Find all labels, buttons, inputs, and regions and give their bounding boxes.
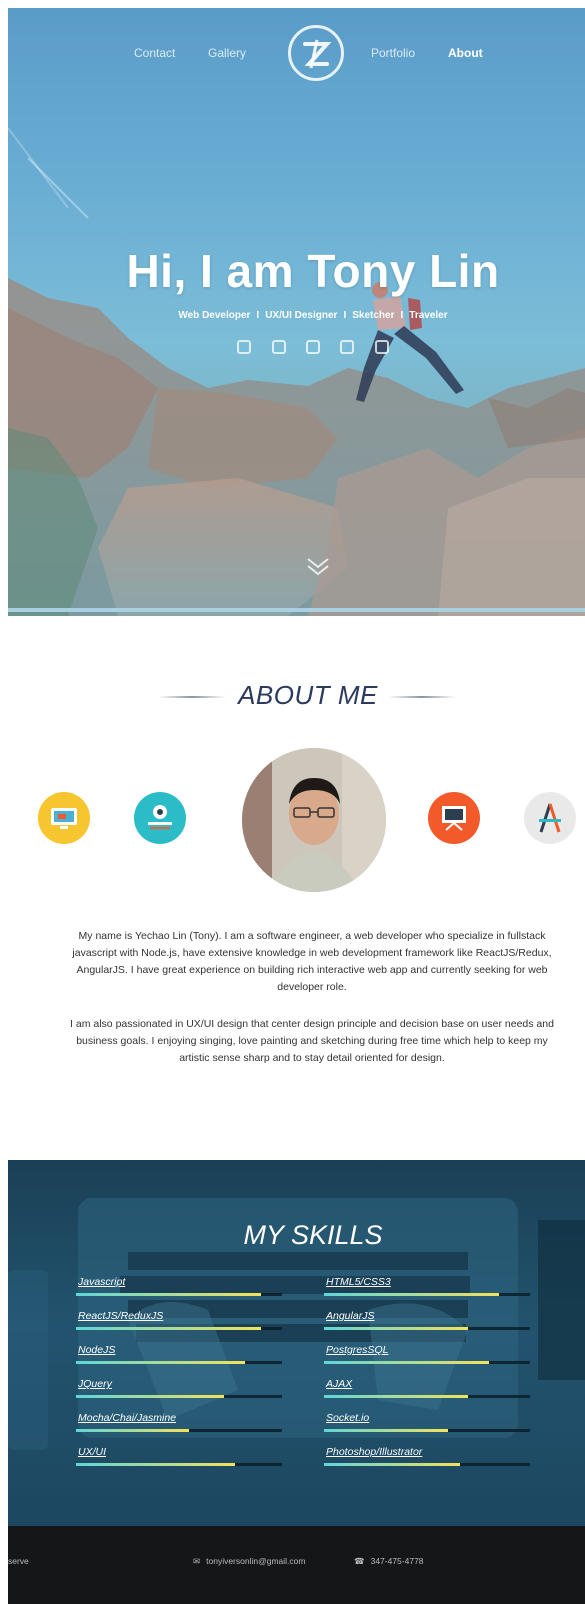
mail-icon: ✉ <box>193 1556 201 1566</box>
role-sketcher: Sketcher <box>352 310 395 321</box>
skill-item: Photoshop/Illustrator <box>324 1446 530 1476</box>
skill-bar-track <box>76 1463 282 1466</box>
skill-bar-track <box>76 1429 282 1432</box>
skill-bar-fill <box>324 1293 500 1296</box>
skill-label: Photoshop/Illustrator <box>326 1446 423 1458</box>
profile-photo-avatar <box>242 748 386 892</box>
skill-bar-track <box>324 1293 530 1296</box>
skill-bar-fill <box>76 1395 225 1398</box>
nav-about[interactable]: About <box>448 46 483 60</box>
skill-bar-fill <box>324 1395 469 1398</box>
hero-title: Hi, I am Tony Lin <box>126 245 500 297</box>
skills-title: MY SKILLS <box>243 1220 383 1250</box>
page: Contact Gallery Portfolio About Hi, I am… <box>8 8 585 1604</box>
skill-label: PostgresSQL <box>326 1344 389 1356</box>
role-ux-ui-designer: UX/UI Designer <box>265 310 338 321</box>
footer-copyright-text: serve <box>8 1556 29 1566</box>
skill-bar-track <box>76 1327 282 1330</box>
skill-label: Socket.io <box>326 1412 370 1424</box>
skill-item: AJAX <box>324 1378 530 1408</box>
role-web-developer: Web Developer <box>178 310 251 321</box>
skill-item: PostgresSQL <box>324 1344 530 1374</box>
skill-item: Mocha/Chai/Jasmine <box>76 1412 282 1442</box>
skill-label: JQuery <box>78 1378 112 1390</box>
skill-bar-fill <box>324 1327 469 1330</box>
skill-item: HTML5/CSS3 <box>324 1276 530 1306</box>
skill-label: NodeJS <box>78 1344 116 1356</box>
footer-phone-text: 347-475-4778 <box>370 1556 424 1566</box>
site-logo-icon[interactable] <box>288 25 344 81</box>
hero-roles: Web Developer I UX/UI Designer I Sketcher I Tr… <box>8 310 585 321</box>
skill-label: AngularJS <box>326 1310 375 1322</box>
skill-bar-track <box>324 1463 530 1466</box>
skill-bar-track <box>324 1395 530 1398</box>
skill-bar-fill <box>76 1429 190 1432</box>
skill-bar-track <box>324 1429 530 1432</box>
skill-bar-track <box>324 1361 530 1364</box>
phone-icon: ☎ <box>354 1556 365 1566</box>
skill-label: Javascript <box>78 1276 126 1288</box>
hero-section: Contact Gallery Portfolio About Hi, I am… <box>8 8 585 616</box>
nav-gallery[interactable]: Gallery <box>208 46 246 60</box>
skill-bar-fill <box>76 1361 245 1364</box>
design-tools-icon <box>524 792 576 844</box>
skill-bar-track <box>324 1327 530 1330</box>
skill-item: UX/UI <box>76 1446 282 1476</box>
footer-email[interactable]: ✉ tonyiversonlin@gmail.com <box>193 1556 305 1567</box>
scroll-down-chevron-icon[interactable] <box>305 556 331 578</box>
role-separator: I <box>400 310 404 321</box>
footer-phone[interactable]: ☎ 347-475-4778 <box>354 1556 424 1567</box>
facebook-icon[interactable] <box>306 339 320 354</box>
skill-item: Javascript <box>76 1276 282 1306</box>
skill-label: UX/UI <box>78 1446 107 1458</box>
bio-paragraph-1: My name is Yechao Lin (Tony). I am a sof… <box>72 930 552 993</box>
web-design-icon <box>38 792 90 844</box>
youtube-icon[interactable] <box>340 339 355 354</box>
skill-label: Mocha/Chai/Jasmine <box>78 1412 177 1424</box>
nav-contact[interactable]: Contact <box>134 46 175 60</box>
linkedin-icon[interactable] <box>237 339 252 354</box>
skill-bar-fill <box>76 1293 262 1296</box>
skill-item: NodeJS <box>76 1344 282 1374</box>
role-separator: I <box>256 310 260 321</box>
footer: serve ✉ tonyiversonlin@gmail.com ☎ 347-475… <box>8 1526 585 1604</box>
settings-monitor-icon <box>134 792 186 844</box>
skill-item: JQuery <box>76 1378 282 1408</box>
nav-portfolio[interactable]: Portfolio <box>371 46 415 60</box>
skill-item: Socket.io <box>324 1412 530 1442</box>
skill-bar-track <box>76 1395 282 1398</box>
skill-bar-fill <box>324 1429 448 1432</box>
bio-paragraph-2: I am also passionated in UX/UI design th… <box>70 1018 554 1064</box>
about-heading: ABOUT ME <box>8 676 585 716</box>
github-icon[interactable] <box>271 339 286 354</box>
social-links <box>8 338 585 356</box>
role-separator: I <box>343 310 347 321</box>
skill-bar-track <box>76 1361 282 1364</box>
about-title: ABOUT ME <box>238 680 378 710</box>
footer-email-text: tonyiversonlin@gmail.com <box>206 1556 306 1566</box>
skill-bar-fill <box>324 1361 489 1364</box>
skill-bar-fill <box>324 1463 460 1466</box>
heading-divider-right <box>388 696 456 698</box>
skill-item: AngularJS <box>324 1310 530 1340</box>
presentation-easel-icon <box>428 792 480 844</box>
skills-section: MY SKILLS Javascript ReactJS/ReduxJS NodeJ… <box>8 1160 585 1526</box>
skill-label: AJAX <box>326 1378 353 1390</box>
role-traveler: Traveler <box>409 310 448 321</box>
skill-bar-fill <box>76 1463 235 1466</box>
skill-bar-track <box>76 1293 282 1296</box>
skill-item: ReactJS/ReduxJS <box>76 1310 282 1340</box>
twitter-icon[interactable] <box>374 339 389 354</box>
skill-label: HTML5/CSS3 <box>326 1276 391 1288</box>
skill-bar-fill <box>76 1327 262 1330</box>
skill-label: ReactJS/ReduxJS <box>78 1310 164 1322</box>
